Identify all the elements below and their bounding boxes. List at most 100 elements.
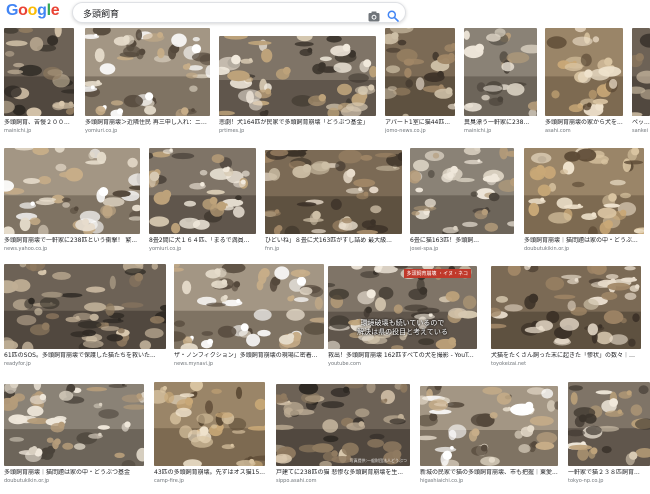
result-title[interactable]: 6畳に猫163匹！多頭飼... bbox=[410, 237, 514, 245]
result-source: mainichi.jp bbox=[464, 128, 492, 134]
result-title[interactable]: 多頭飼育崩壊｜猫問題は家の中・どうぶつ基金 bbox=[4, 469, 144, 477]
image-result[interactable]: 多頭飼育崩壊｜猫問題は家の中・どうぶつ基金 doubutukikin.or.jp bbox=[4, 384, 144, 486]
image-result[interactable]: 多頭飼育崩壊｜猫問題は家の中・どうぶ... doubutukikin.or.jp bbox=[524, 148, 644, 254]
image-result[interactable]: 多頭飼育崩壊＞近隣住民 再三申し入れ：ニュ... yomiuri.co.jp bbox=[85, 28, 210, 136]
image-result[interactable]: ザ・ノンフィクション」多頭飼育崩壊の現場に密着... news.mynavi.jp bbox=[174, 264, 324, 369]
result-title[interactable]: 多頭飼育崩壊で一軒家に238匹という衝撃！ 繁... bbox=[4, 237, 140, 245]
google-logo[interactable]: Google bbox=[6, 2, 60, 20]
result-thumbnail[interactable] bbox=[568, 382, 650, 466]
result-title[interactable]: 多頭飼育崩壊＞近隣住民 再三申し入れ：ニュ... bbox=[85, 119, 210, 127]
image-result[interactable]: 一軒家で猫２３８匹飼育... tokyo-np.co.jp bbox=[568, 382, 650, 486]
result-thumbnail[interactable] bbox=[385, 28, 455, 116]
camera-icon[interactable] bbox=[368, 7, 380, 22]
logo-letter: e bbox=[50, 2, 60, 19]
search-icon[interactable] bbox=[387, 7, 399, 22]
video-tag: 多頭飼育崩壊 ・イヌ・ネコ bbox=[403, 269, 471, 278]
search-input[interactable] bbox=[83, 6, 353, 20]
result-source: sankei bbox=[632, 128, 649, 134]
subtitle-line: 環境破壊も続いているので bbox=[360, 319, 445, 327]
result-title[interactable]: 新城の民家で猫の多頭飼育崩壊、市も把握｜東愛... bbox=[420, 469, 558, 477]
logo-letter: o bbox=[27, 2, 38, 19]
result-thumbnail[interactable] bbox=[4, 264, 166, 349]
result-thumbnail[interactable] bbox=[491, 266, 641, 349]
result-title[interactable]: 多頭飼育崩壊｜猫問題は家の中・どうぶ... bbox=[524, 237, 644, 245]
logo-letter: G bbox=[6, 2, 19, 19]
image-result[interactable]: 多頭飼育崩壊で一軒家に238匹という衝撃！ 繁... news.yahoo.co.… bbox=[4, 148, 140, 254]
result-thumbnail[interactable] bbox=[410, 148, 514, 234]
result-title[interactable]: 救出！多頭飼育崩壊 162匹すべての犬を撮影 - YouTube bbox=[328, 352, 477, 360]
result-source: prtimes.jp bbox=[219, 128, 245, 134]
image-result[interactable]: 61匹のSOS。多頭飼育崩壊で保護した猫たちを救いた... readyfor.jp bbox=[4, 264, 166, 369]
image-result[interactable]: 写真提供:一般財団法人どうぶつ戸建てに238匹の猫 悲惨な多頭飼育崩壊を生...… bbox=[276, 384, 410, 486]
result-source: yomiuri.co.jp bbox=[149, 246, 182, 252]
result-source: doubutukikin.or.jp bbox=[524, 246, 570, 252]
result-thumbnail[interactable] bbox=[632, 28, 650, 116]
image-result[interactable]: ひどいね」８畳に犬163匹がすし詰め 最大級... fnn.jp bbox=[265, 150, 402, 254]
image-result[interactable]: 悲劇！犬164匹が民家で多頭飼育崩壊「どうぶつ基金」 prtimes.jp bbox=[219, 36, 376, 136]
image-result[interactable]: 8畳2間に犬１６４匹、「まるで満員... yomiuri.co.jp bbox=[149, 148, 256, 254]
image-result[interactable]: 多頭飼育崩壊の家から犬を... asahi.com bbox=[545, 28, 623, 136]
result-title[interactable]: ペッ... bbox=[632, 119, 650, 127]
image-result[interactable]: 43匹の多頭飼育崩壊。先ずはオス猫15... camp-fire.jp bbox=[154, 382, 265, 486]
image-result[interactable]: 異臭漂う一軒家に238... mainichi.jp bbox=[464, 28, 537, 136]
result-thumbnail[interactable] bbox=[4, 148, 140, 234]
result-source: readyfor.jp bbox=[4, 361, 31, 367]
logo-letter: o bbox=[18, 2, 28, 19]
result-thumbnail[interactable] bbox=[4, 28, 74, 116]
result-thumbnail[interactable] bbox=[174, 264, 324, 349]
result-thumbnail[interactable] bbox=[85, 28, 210, 116]
result-thumbnail[interactable] bbox=[265, 150, 402, 234]
result-source: asahi.com bbox=[545, 128, 571, 134]
result-source: josei-spa.jp bbox=[410, 246, 439, 252]
result-thumbnail[interactable] bbox=[4, 384, 144, 466]
result-source: tokyo-np.co.jp bbox=[568, 478, 604, 484]
result-thumbnail[interactable] bbox=[154, 382, 265, 466]
result-thumbnail[interactable]: 多頭飼育崩壊 ・イヌ・ネコ環境破壊も続いているので 解決は県の役目と考えている bbox=[328, 266, 477, 349]
result-source: mainichi.jp bbox=[4, 128, 32, 134]
search-box[interactable] bbox=[72, 2, 406, 23]
result-thumbnail[interactable] bbox=[420, 386, 558, 466]
video-subtitle: 環境破壊も続いているので 解決は県の役目と考えている bbox=[328, 319, 477, 337]
result-source: news.mynavi.jp bbox=[174, 361, 214, 367]
result-thumbnail[interactable]: 写真提供:一般財団法人どうぶつ bbox=[276, 384, 410, 466]
image-result[interactable]: 多頭飼育崩壊 ・イヌ・ネコ環境破壊も続いているので 解決は県の役目と考えている救出… bbox=[328, 266, 477, 369]
result-thumbnail[interactable] bbox=[149, 148, 256, 234]
result-title[interactable]: ザ・ノンフィクション」多頭飼育崩壊の現場に密着... bbox=[174, 352, 324, 360]
image-result[interactable]: アパート1室に猫44匹... jomo-news.co.jp bbox=[385, 28, 455, 136]
result-thumbnail[interactable] bbox=[219, 36, 376, 116]
result-source: jomo-news.co.jp bbox=[385, 128, 426, 134]
result-title[interactable]: ひどいね」８畳に犬163匹がすし詰め 最大級... bbox=[265, 237, 402, 245]
result-thumbnail[interactable] bbox=[545, 28, 623, 116]
image-result[interactable]: 犬猫をたくさん飼った末に起きた「惨状」の数々｜ペット... toyokeizai.… bbox=[491, 266, 641, 369]
result-thumbnail[interactable] bbox=[464, 28, 537, 116]
result-title[interactable]: 一軒家で猫２３８匹飼育... bbox=[568, 469, 650, 477]
image-result[interactable]: 新城の民家で猫の多頭飼育崩壊、市も把握｜東愛... higashiaichi.co… bbox=[420, 386, 558, 486]
result-title[interactable]: 戸建てに238匹の猫 悲惨な多頭飼育崩壊を生... bbox=[276, 469, 410, 477]
result-source: doubutukikin.or.jp bbox=[4, 478, 50, 484]
result-source: news.yahoo.co.jp bbox=[4, 246, 48, 252]
image-result[interactable]: 6畳に猫163匹！多頭飼... josei-spa.jp bbox=[410, 148, 514, 254]
result-title[interactable]: 多頭飼育崩壊の家から犬を... bbox=[545, 119, 623, 127]
result-title[interactable]: アパート1室に猫44匹... bbox=[385, 119, 455, 127]
search-header: Google bbox=[0, 0, 650, 24]
logo-letter: g bbox=[37, 2, 47, 19]
subtitle-line: 解決は県の役目と考えている bbox=[357, 328, 448, 336]
result-source: toyokeizai.net bbox=[491, 361, 527, 367]
result-title[interactable]: 61匹のSOS。多頭飼育崩壊で保護した猫たちを救いた... bbox=[4, 352, 166, 360]
result-source: yomiuri.co.jp bbox=[85, 128, 118, 134]
result-title[interactable]: 異臭漂う一軒家に238... bbox=[464, 119, 537, 127]
result-title[interactable]: 悲劇！犬164匹が民家で多頭飼育崩壊「どうぶつ基金」 bbox=[219, 119, 376, 127]
result-title[interactable]: 犬猫をたくさん飼った末に起きた「惨状」の数々｜ペット... bbox=[491, 352, 641, 360]
image-result[interactable]: ペッ... sankei bbox=[632, 28, 650, 136]
result-source: camp-fire.jp bbox=[154, 478, 184, 484]
image-results-grid: 多頭飼育、苦慢２００... mainichi.jp 多頭飼育崩壊＞近隣住民 再三申し… bbox=[0, 28, 650, 494]
result-source: sippo.asahi.com bbox=[276, 478, 317, 484]
result-source: youtube.com bbox=[328, 361, 361, 367]
result-title[interactable]: 多頭飼育、苦慢２００... bbox=[4, 119, 74, 127]
result-thumbnail[interactable] bbox=[524, 148, 644, 234]
result-title[interactable]: 43匹の多頭飼育崩壊。先ずはオス猫15... bbox=[154, 469, 265, 477]
result-title[interactable]: 8畳2間に犬１６４匹、「まるで満員... bbox=[149, 237, 256, 245]
result-source: higashiaichi.co.jp bbox=[420, 478, 464, 484]
image-result[interactable]: 多頭飼育、苦慢２００... mainichi.jp bbox=[4, 28, 74, 136]
result-source: fnn.jp bbox=[265, 246, 280, 252]
